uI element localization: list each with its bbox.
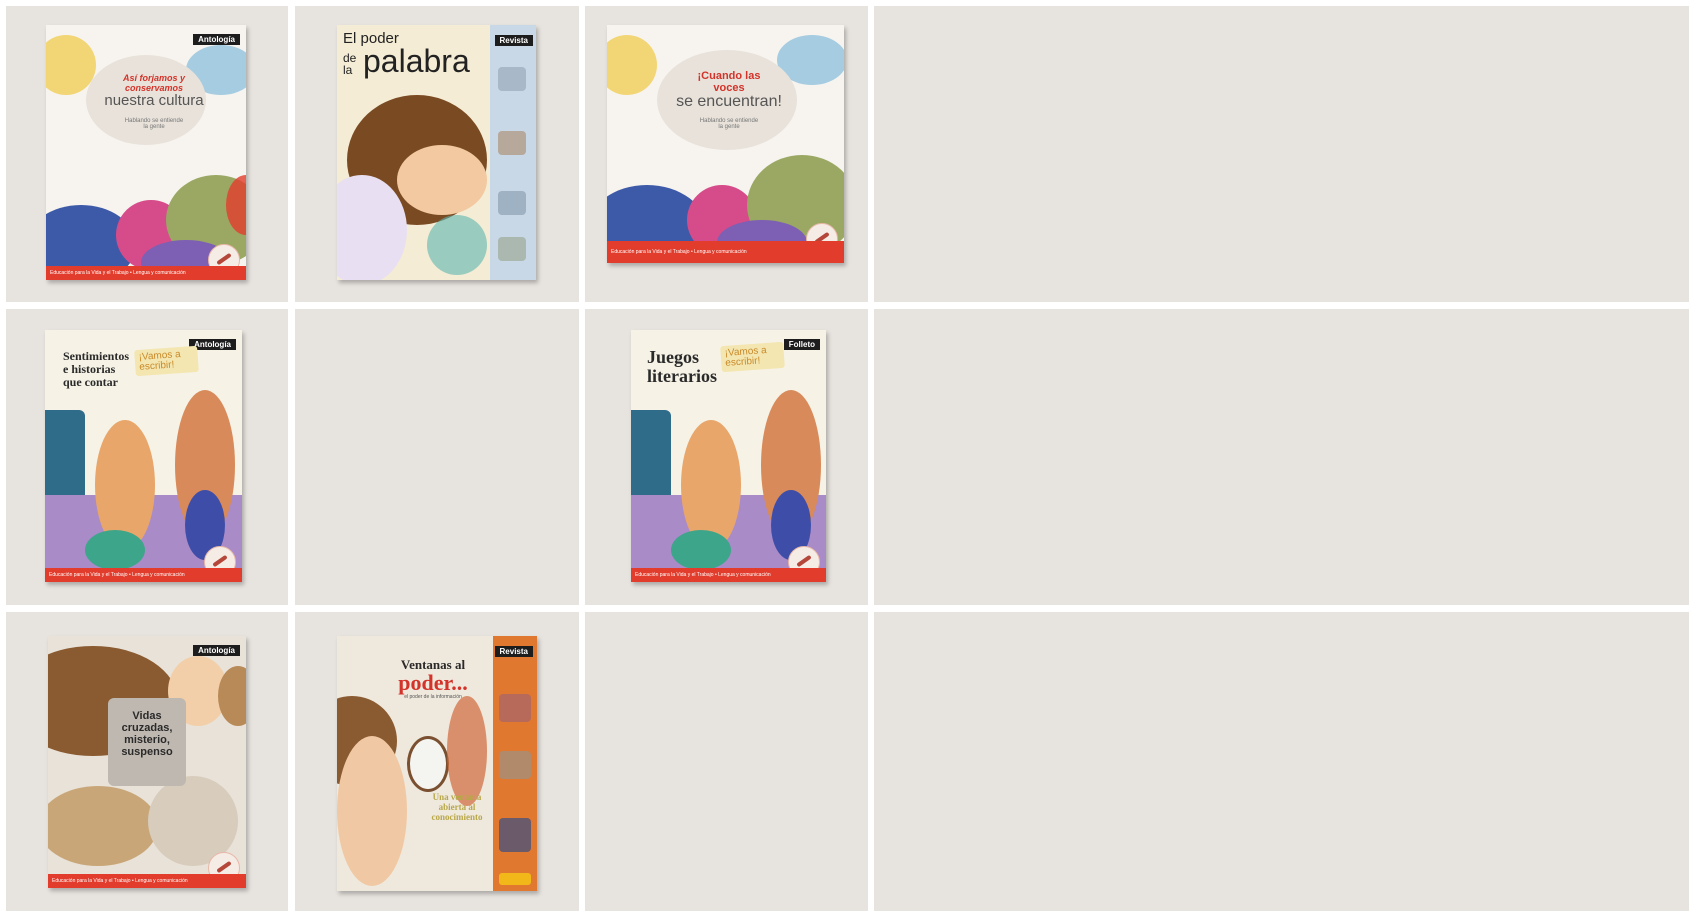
cover-title: ¡Cuando las voces se encuentran! Habland… (676, 70, 782, 130)
magazine-sidebar (493, 636, 537, 891)
cover-title: Vidas cruzadas, misterio, suspenso (121, 710, 173, 758)
grid-cell-r2-c4 (874, 309, 1689, 605)
cover-footer: Educación para la Vida y el Trabajo • Le… (607, 241, 844, 263)
book-cover-nuestra-cultura[interactable]: Antología Así forjamos y conservamos nue… (46, 25, 246, 280)
grid-cell-r1-c4 (874, 6, 1689, 302)
cover-type-tag: Antología (193, 34, 240, 45)
portrait-thumbnail (498, 191, 526, 215)
cover-title: Así forjamos y conservamos nuestra cultu… (104, 73, 204, 130)
cover-footer: Educación para la Vida y el Trabajo • Le… (46, 266, 246, 280)
cover-title: Juegos literarios (647, 347, 717, 386)
portrait-thumbnail (498, 237, 526, 261)
book-cover-ventanas-al-poder[interactable]: Revista Ventanas al poder... el poder de… (337, 636, 537, 891)
book-cover-sentimientos-e-historias[interactable]: Antología Sentimientos e historias que c… (45, 330, 242, 582)
vamos-a-escribir-badge: ¡Vamos a escribir! (134, 345, 199, 377)
cover-title: Ventanas al poder... el poder de la info… (398, 657, 468, 701)
grid-cell-r2-c2 (295, 309, 579, 605)
cover-type-tag: Revista (494, 35, 533, 46)
grid-cell-r3-c4 (874, 612, 1689, 911)
magazine-sidebar (490, 25, 536, 280)
grid-cell-r3-c3 (585, 612, 868, 911)
book-cover-el-poder-de-la-palabra[interactable]: Revista El poder de la palabra (337, 25, 536, 280)
cover-footer: Educación para la Vida y el Trabajo • Le… (48, 874, 246, 888)
book-cover-vidas-cruzadas[interactable]: Antología Vidas cruzadas, misterio, susp… (48, 636, 246, 888)
cover-title: Sentimientos e historias que contar (63, 349, 129, 389)
vamos-a-escribir-badge: ¡Vamos a escribir! (720, 341, 785, 373)
publisher-logo (499, 873, 531, 885)
portrait-thumbnail (499, 694, 531, 722)
portrait-thumbnail (498, 67, 526, 91)
cover-title: El poder de la palabra (343, 30, 470, 79)
portrait-thumbnail (499, 751, 531, 779)
cover-type-tag: Antología (193, 645, 240, 656)
cover-footer: Educación para la Vida y el Trabajo • Le… (45, 568, 242, 582)
portrait-thumbnail (498, 131, 526, 155)
portrait-thumbnail (499, 818, 531, 852)
book-cover-cuando-las-voces-se-encuentran[interactable]: ¡Cuando las voces se encuentran! Habland… (607, 25, 844, 263)
cover-footer: Educación para la Vida y el Trabajo • Le… (631, 568, 826, 582)
cover-type-tag: Folleto (783, 339, 820, 350)
cover-type-tag: Revista (494, 646, 533, 657)
cover-tagline: Una ventana abierta al conocimiento (431, 792, 483, 822)
book-cover-juegos-literarios[interactable]: Folleto Juegos literarios ¡Vamos a escri… (631, 330, 826, 582)
